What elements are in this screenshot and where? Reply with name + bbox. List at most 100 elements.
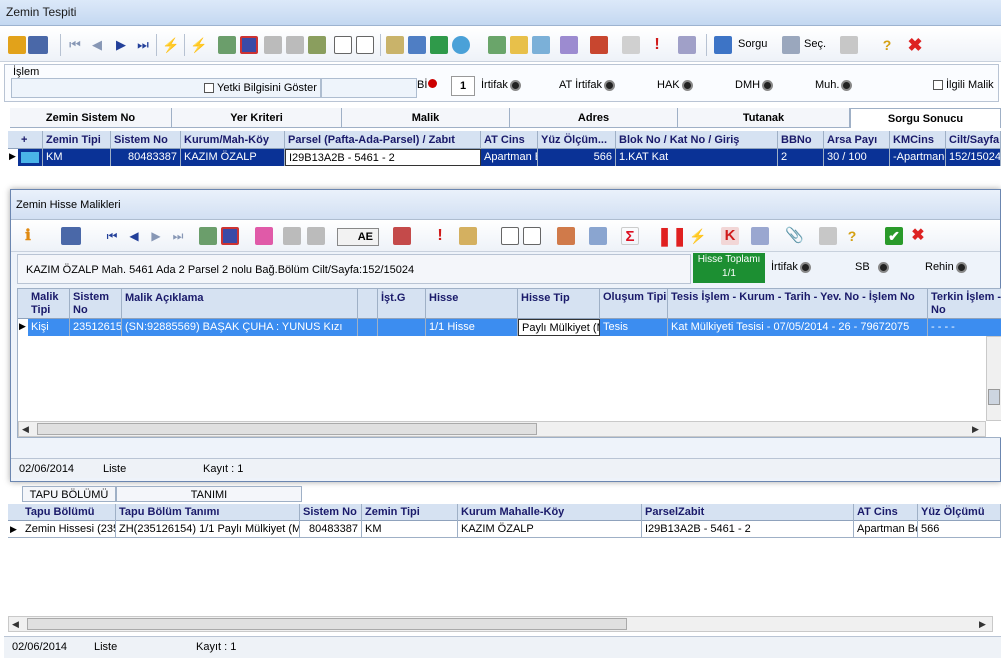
lightning-icon[interactable]: ⚡ <box>689 227 707 245</box>
users-icon[interactable] <box>557 227 575 245</box>
pause-icon[interactable]: ❚❚ <box>657 227 687 245</box>
document-icon[interactable] <box>501 227 519 245</box>
tab-sorgu-sonucu[interactable]: Sorgu Sonucu <box>850 108 1001 128</box>
eraser-icon[interactable] <box>459 227 477 245</box>
tab-malik[interactable]: Malik <box>342 108 510 128</box>
scroll-thumb[interactable] <box>27 618 627 630</box>
dialog-rehin-radio[interactable]: Rehin <box>925 261 967 273</box>
alert-icon[interactable]: ! <box>431 227 449 245</box>
print-icon[interactable] <box>819 227 837 245</box>
dialog-col-hisse-tip[interactable]: Hisse Tip <box>518 289 600 319</box>
print-icon[interactable] <box>840 36 858 54</box>
info-icon[interactable] <box>8 36 26 54</box>
main-cell-editing[interactable]: I29B13A2B - 5461 - 2 <box>285 149 481 166</box>
lightning-icon[interactable]: ⚡ <box>190 36 208 54</box>
calendar-icon[interactable] <box>560 36 578 54</box>
dialog-col-malik-aciklama[interactable]: Malik Açıklama <box>122 289 358 319</box>
dmh-radio[interactable]: DMH <box>735 79 774 91</box>
lower-horizontal-scrollbar[interactable]: ◀ ▶ <box>8 616 993 632</box>
sorgu-menu[interactable]: Sorgu <box>738 38 767 50</box>
main-col-sistem-no[interactable]: Sistem No <box>111 131 181 149</box>
main-cell[interactable]: 152/15024 <box>946 149 1001 166</box>
lightning-disabled-icon[interactable]: ⚡ <box>162 36 180 54</box>
lower-cell[interactable]: KAZIM ÖZALP <box>458 521 642 538</box>
align-bottom-icon[interactable] <box>286 36 304 54</box>
dialog-sb-radio[interactable]: SB <box>855 261 889 273</box>
main-col-parsel[interactable]: Parsel (Pafta-Ada-Parsel) / Zabıt <box>285 131 481 149</box>
main-col-zemin-tipi[interactable]: Zemin Tipi <box>43 131 111 149</box>
dialog-cell[interactable]: - - - - <box>928 319 1001 336</box>
info-icon[interactable]: ℹ <box>19 227 37 245</box>
next-record-icon[interactable]: ▶ <box>112 36 130 54</box>
k-icon[interactable]: K <box>721 227 739 245</box>
hak-radio[interactable]: HAK <box>657 79 693 91</box>
alert-icon[interactable]: ! <box>648 36 666 54</box>
bar-chart-icon[interactable] <box>590 36 608 54</box>
main-col-cilt[interactable]: Cilt/Sayfa <box>946 131 1001 149</box>
user-upload-icon[interactable] <box>430 36 448 54</box>
main-cell[interactable]: 2 <box>778 149 824 166</box>
main-cell[interactable]: 30 / 100 <box>824 149 890 166</box>
table-icon[interactable] <box>751 227 769 245</box>
dialog-col-olusum-tipi[interactable]: Oluşum Tipi <box>600 289 668 319</box>
scroll-left-icon[interactable]: ◀ <box>22 424 29 435</box>
lower-col-zemin-tipi[interactable]: Zemin Tipi <box>362 504 458 521</box>
cancel-icon[interactable] <box>240 36 258 54</box>
lower-cell[interactable]: I29B13A2B - 5461 - 2 <box>642 521 854 538</box>
lower-col-yuz-olcumu[interactable]: Yüz Ölçümü <box>918 504 1001 521</box>
dialog-cell[interactable] <box>358 319 378 336</box>
sum-icon[interactable]: Σ <box>621 227 639 245</box>
tab-tutanak[interactable]: Tutanak <box>678 108 850 128</box>
dialog-cell[interactable] <box>378 319 426 336</box>
dialog-cell[interactable]: 23512615 <box>70 319 122 336</box>
prev-record-icon[interactable]: ◀ <box>125 227 143 245</box>
ae-button[interactable]: AE <box>337 228 379 246</box>
globe-icon[interactable] <box>452 36 470 54</box>
lower-cell[interactable]: Zemin Hissesi (235 <box>22 521 116 538</box>
ilgili-malik-checkbox[interactable]: İlgili Malik <box>933 79 994 91</box>
irtifak-radio[interactable]: İrtifak <box>481 79 521 91</box>
tab-tanimi[interactable]: TANIMI <box>116 486 302 502</box>
query-icon[interactable] <box>714 36 732 54</box>
lower-col-tapu-tanimi[interactable]: Tapu Bölüm Tanımı <box>116 504 300 521</box>
dialog-cell[interactable]: (SN:92885569) BAŞAK ÇUHA : YUNUS Kızı <box>122 319 358 336</box>
lower-col-sistem-no[interactable]: Sistem No <box>300 504 362 521</box>
select-icon[interactable] <box>782 36 800 54</box>
dialog-vertical-scrollbar[interactable] <box>986 336 1001 421</box>
scroll-thumb[interactable] <box>988 389 1000 405</box>
document-icon[interactable] <box>334 36 352 54</box>
map-icon[interactable] <box>408 36 426 54</box>
first-record-icon[interactable]: ⏮ <box>66 36 84 54</box>
dialog-col-blank[interactable] <box>358 289 378 319</box>
main-cell[interactable]: 566 <box>538 149 616 166</box>
first-record-icon[interactable]: ⏮ <box>103 227 121 245</box>
key-icon[interactable] <box>510 36 528 54</box>
camera-icon[interactable] <box>532 36 550 54</box>
align-bottom-icon[interactable] <box>307 227 325 245</box>
dialog-col-tesis-islem[interactable]: Tesis İşlem - Kurum - Tarih - Yev. No - … <box>668 289 928 319</box>
trash-icon[interactable] <box>218 36 236 54</box>
main-cell[interactable]: 1.KAT Kat <box>616 149 778 166</box>
new-page-icon[interactable] <box>523 227 541 245</box>
tab-zemin-sistem-no[interactable]: Zemin Sistem No <box>10 108 172 128</box>
scroll-thumb[interactable] <box>37 423 537 435</box>
main-col-yuz-olcum[interactable]: Yüz Ölçüm... <box>538 131 616 149</box>
lower-col-parselzabit[interactable]: ParselZabit <box>642 504 854 521</box>
edit-icon[interactable] <box>308 36 326 54</box>
upload-icon[interactable] <box>393 227 411 245</box>
dialog-col-istg[interactable]: İşt.G <box>378 289 426 319</box>
yetki-checkbox[interactable]: Yetki Bilgisini Göster <box>204 82 317 94</box>
close-icon[interactable]: ✖ <box>906 36 924 54</box>
lower-col-kurum[interactable]: Kurum Mahalle-Köy <box>458 504 642 521</box>
main-cell[interactable]: -Apartman- <box>890 149 946 166</box>
dialog-cell-editing[interactable]: Paylı Mülkiyet (M <box>518 319 600 336</box>
islem-secondary-field[interactable] <box>321 78 417 98</box>
main-col-at-cins[interactable]: AT Cins <box>481 131 538 149</box>
lower-col-tapu-bolumu[interactable]: Tapu Bölümü <box>22 504 116 521</box>
tools-icon[interactable] <box>678 36 696 54</box>
trash-icon[interactable] <box>199 227 217 245</box>
muh-radio[interactable]: Muh. <box>815 79 853 91</box>
main-col-kmcins[interactable]: KMCins <box>890 131 946 149</box>
bi-count[interactable]: 1 <box>451 76 475 96</box>
last-record-icon[interactable]: ⏭ <box>169 227 187 245</box>
